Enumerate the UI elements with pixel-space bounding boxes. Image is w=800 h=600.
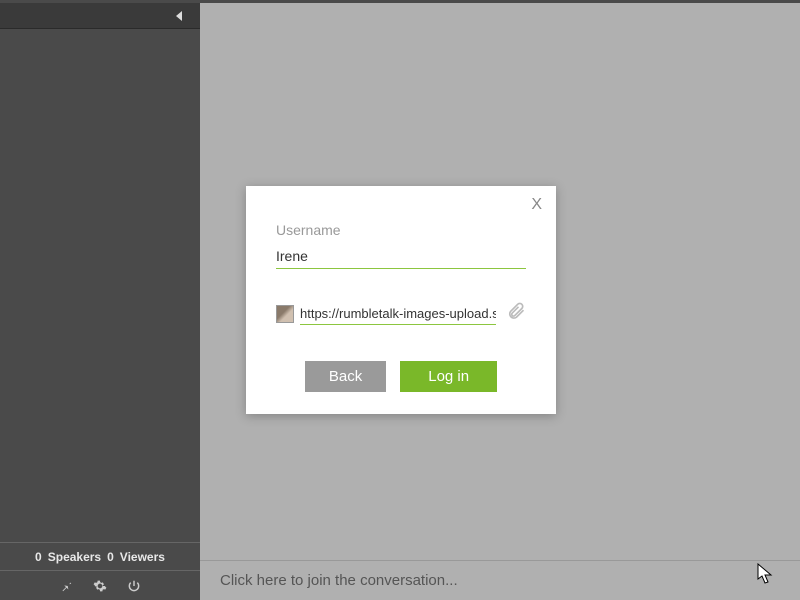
sidebar-footer xyxy=(0,570,200,600)
avatar-thumbnail xyxy=(276,305,294,323)
avatar-url-input[interactable] xyxy=(300,303,496,325)
back-button[interactable]: Back xyxy=(305,361,386,392)
attachment-icon[interactable] xyxy=(506,301,526,327)
login-modal: X Username Back Log in xyxy=(246,186,556,414)
viewers-label: Viewers xyxy=(120,550,165,564)
modal-buttons: Back Log in xyxy=(276,361,526,392)
join-conversation-bar[interactable]: Click here to join the conversation... xyxy=(200,560,800,600)
username-label: Username xyxy=(276,222,526,238)
gear-icon[interactable] xyxy=(92,578,108,594)
pin-icon[interactable] xyxy=(58,578,74,594)
login-button[interactable]: Log in xyxy=(400,361,497,392)
sidebar: 0 Speakers 0 Viewers xyxy=(0,3,200,600)
close-button[interactable]: X xyxy=(531,196,542,214)
sidebar-stats: 0 Speakers 0 Viewers xyxy=(0,542,200,570)
power-icon[interactable] xyxy=(126,578,142,594)
sidebar-body xyxy=(0,29,200,542)
username-input[interactable] xyxy=(276,244,526,269)
viewers-count: 0 xyxy=(107,550,114,564)
sidebar-header[interactable] xyxy=(0,3,200,29)
avatar-url-row xyxy=(276,301,526,327)
speakers-label: Speakers xyxy=(48,550,101,564)
collapse-left-icon xyxy=(176,11,182,21)
join-prompt-text: Click here to join the conversation... xyxy=(220,572,458,589)
speakers-count: 0 xyxy=(35,550,42,564)
